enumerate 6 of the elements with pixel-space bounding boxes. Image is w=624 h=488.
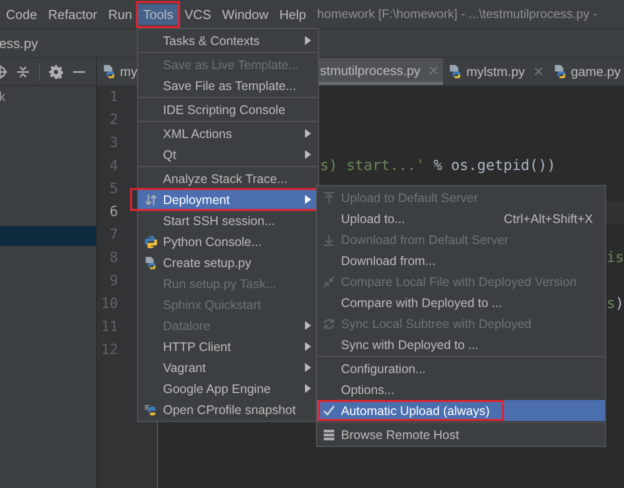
code-line: s) start...' % os.getpid()) (320, 157, 556, 176)
code-line: is (606, 249, 624, 268)
code-line: s) (606, 295, 624, 314)
line-number: 6 (108, 203, 118, 222)
window-title: homework [F:\homework] - ...\testmutilprocess.py - (317, 7, 598, 21)
shortcut-text: Ctrl+Alt+Shift+X (504, 212, 593, 226)
